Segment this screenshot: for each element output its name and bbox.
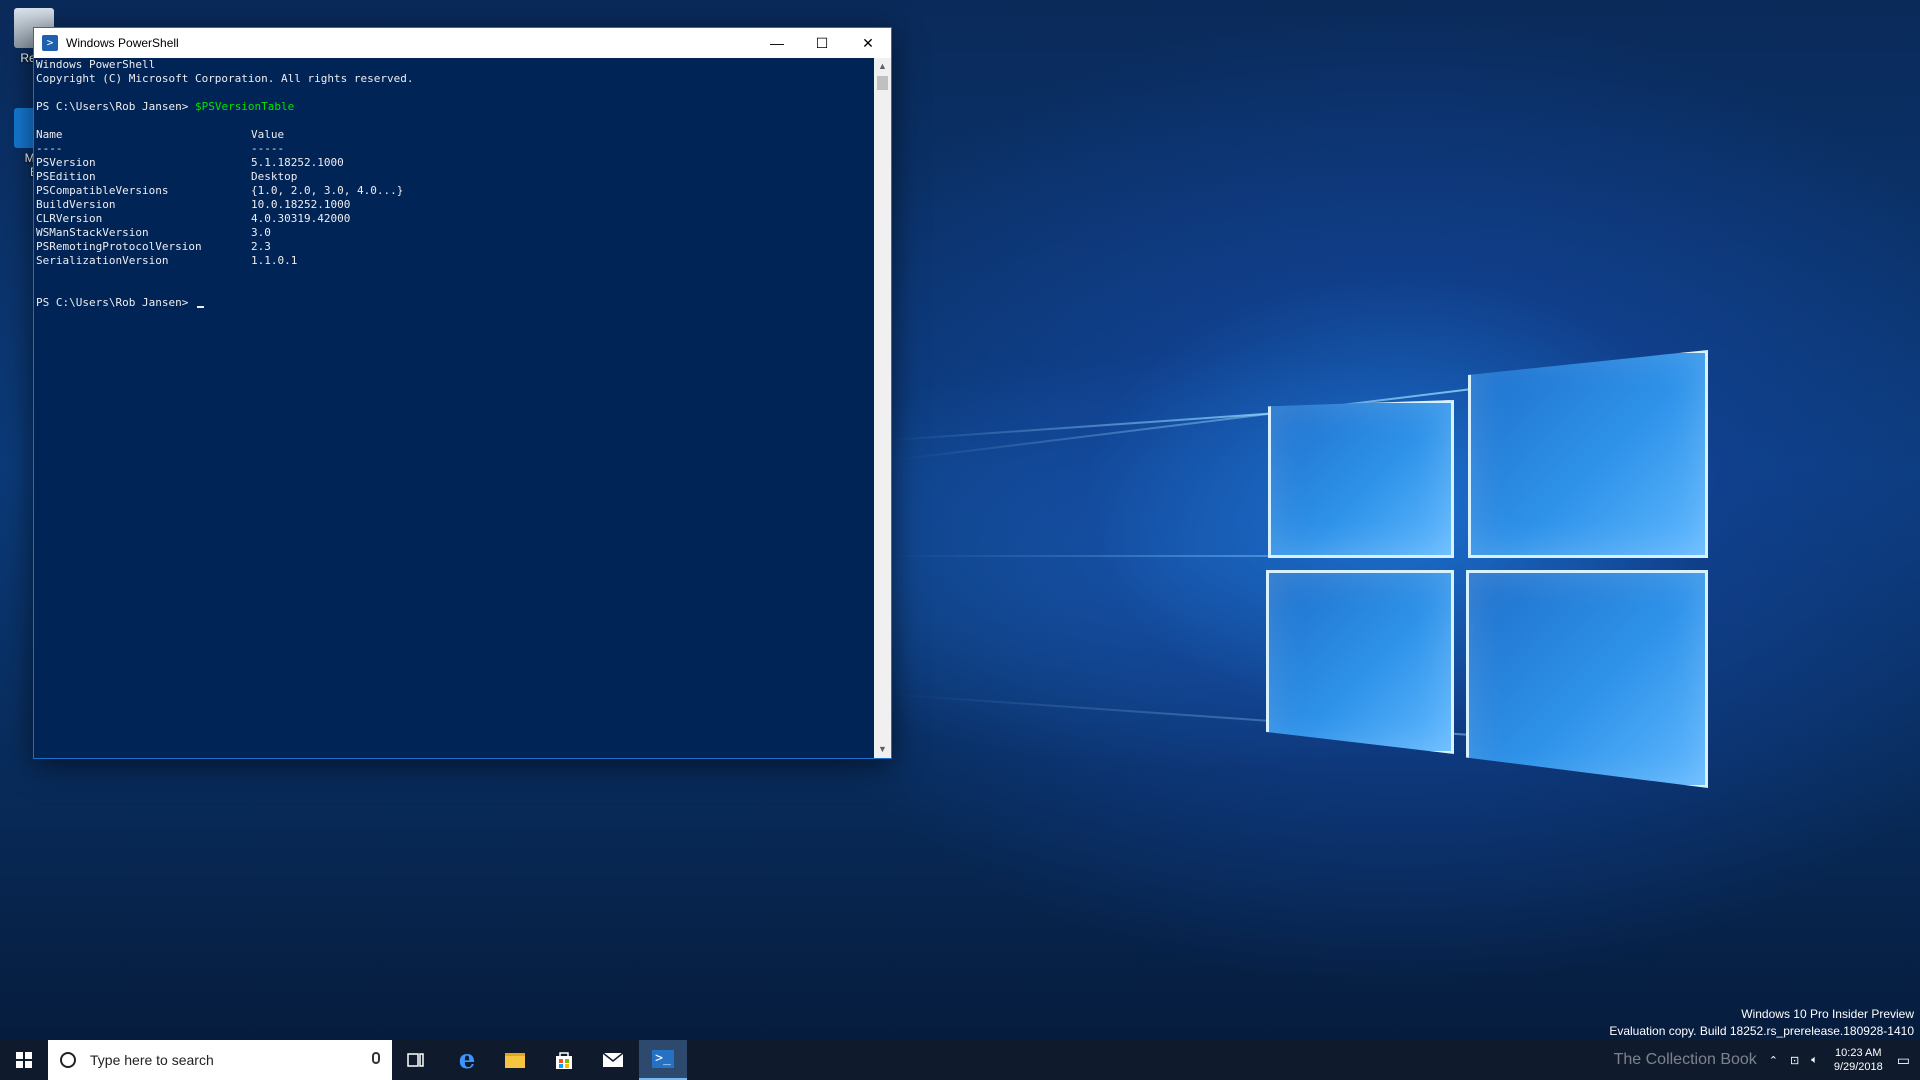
console-header-line: Windows PowerShell	[36, 58, 156, 71]
start-button[interactable]	[0, 1040, 48, 1080]
table-rule-name: ----	[36, 142, 63, 155]
taskbar-file-explorer-button[interactable]	[491, 1040, 539, 1080]
powershell-icon: >	[42, 35, 58, 51]
network-icon[interactable]: ⊡	[1790, 1054, 1799, 1067]
logo-pane-top-left	[1268, 400, 1454, 558]
taskbar-clock[interactable]: 10:23 AM 9/29/2018	[1834, 1046, 1883, 1074]
console-copyright-line: Copyright (C) Microsoft Corporation. All…	[36, 72, 414, 85]
show-hidden-icons-chevron-up-icon[interactable]: ⌃	[1769, 1054, 1778, 1067]
clock-time: 10:23 AM	[1835, 1047, 1882, 1059]
taskbar-search-box[interactable]: Type here to search	[48, 1040, 392, 1080]
logo-pane-bottom-right	[1466, 570, 1708, 788]
microphone-icon[interactable]	[372, 1052, 380, 1064]
taskbar-store-button[interactable]	[540, 1040, 588, 1080]
table-row-value: 1.1.0.1	[251, 254, 298, 267]
table-row-value: 3.0	[251, 226, 271, 239]
task-view-icon	[407, 1053, 424, 1067]
windows-logo-icon	[16, 1052, 32, 1068]
table-row-name: PSVersion	[36, 156, 96, 169]
table-header-name: Name	[36, 128, 63, 141]
table-row-value: 10.0.18252.1000	[251, 198, 351, 211]
evaluation-watermark: Windows 10 Pro Insider Preview Evaluatio…	[1609, 1006, 1914, 1040]
scrollbar-thumb[interactable]	[877, 76, 888, 90]
table-row-name: BuildVersion	[36, 198, 116, 211]
volume-icon[interactable]: 🔈︎	[1811, 1054, 1818, 1067]
console-scrollbar[interactable]: ▲ ▼	[874, 58, 891, 758]
console-output[interactable]: Windows PowerShell Copyright (C) Microso…	[34, 58, 874, 758]
table-row-name: SerializationVersion	[36, 254, 169, 267]
taskbar-mail-button[interactable]	[589, 1040, 637, 1080]
table-rule-value: -----	[251, 142, 285, 155]
console-command: $PSVersionTable	[194, 100, 295, 113]
table-row-name: PSEdition	[36, 170, 96, 183]
watermark-build: Evaluation copy. Build 18252.rs_prerelea…	[1609, 1024, 1914, 1038]
table-row-value: Desktop	[251, 170, 298, 183]
scroll-up-arrow-icon[interactable]: ▲	[874, 58, 891, 75]
taskbar-powershell-button[interactable]: >_	[639, 1040, 687, 1080]
taskbar: Type here to search e >_ The Collection …	[0, 1040, 1920, 1080]
powershell-window[interactable]: > Windows PowerShell — ☐ ✕ Windows Power…	[33, 27, 892, 759]
text-cursor	[196, 306, 204, 308]
scroll-down-arrow-icon[interactable]: ▼	[874, 741, 891, 758]
mail-icon	[602, 1052, 624, 1067]
powershell-icon: >_	[652, 1050, 674, 1068]
taskbar-edge-button[interactable]: e	[443, 1040, 491, 1080]
maximize-button[interactable]: ☐	[799, 28, 845, 58]
store-bag-icon	[556, 1052, 572, 1069]
window-titlebar[interactable]: > Windows PowerShell — ☐ ✕	[34, 28, 891, 58]
logo-pane-top-right	[1468, 350, 1708, 558]
clock-date: 9/29/2018	[1833, 1061, 1883, 1073]
table-row-value: {1.0, 2.0, 3.0, 4.0...}	[251, 184, 404, 197]
collection-book-overlay: The Collection Book	[1613, 1051, 1757, 1068]
action-center-icon[interactable]: ▭	[1897, 1052, 1910, 1069]
window-title: Windows PowerShell	[66, 36, 179, 50]
cortana-icon	[60, 1052, 76, 1068]
table-row-value: 5.1.18252.1000	[251, 156, 344, 169]
minimize-button[interactable]: —	[754, 28, 800, 58]
console-input-line[interactable]: PS C:\Users\Rob Jansen>	[36, 296, 204, 310]
table-row-name: PSRemotingProtocolVersion	[36, 240, 202, 253]
close-button[interactable]: ✕	[845, 28, 891, 58]
logo-pane-bottom-left	[1266, 570, 1454, 754]
table-header-value: Value	[251, 128, 285, 141]
console-prompt: PS C:\Users\Rob Jansen>	[36, 100, 189, 113]
console-command-line: PS C:\Users\Rob Jansen> $PSVersionTable	[36, 100, 294, 114]
table-row-name: WSManStackVersion	[36, 226, 149, 239]
edge-icon: e	[458, 1045, 476, 1075]
table-row-name: PSCompatibleVersions	[36, 184, 169, 197]
folder-icon	[505, 1052, 525, 1068]
console-final-prompt: PS C:\Users\Rob Jansen>	[36, 296, 189, 309]
search-placeholder: Type here to search	[90, 1052, 214, 1068]
table-row-value: 4.0.30319.42000	[251, 212, 351, 225]
table-row-name: CLRVersion	[36, 212, 103, 225]
watermark-edition: Windows 10 Pro Insider Preview	[1741, 1007, 1914, 1021]
task-view-button[interactable]	[392, 1040, 440, 1080]
system-tray: The Collection Book ⌃ ⊡ 🔈︎ 10:23 AM 9/29…	[1614, 1040, 1920, 1080]
table-row-value: 2.3	[251, 240, 271, 253]
